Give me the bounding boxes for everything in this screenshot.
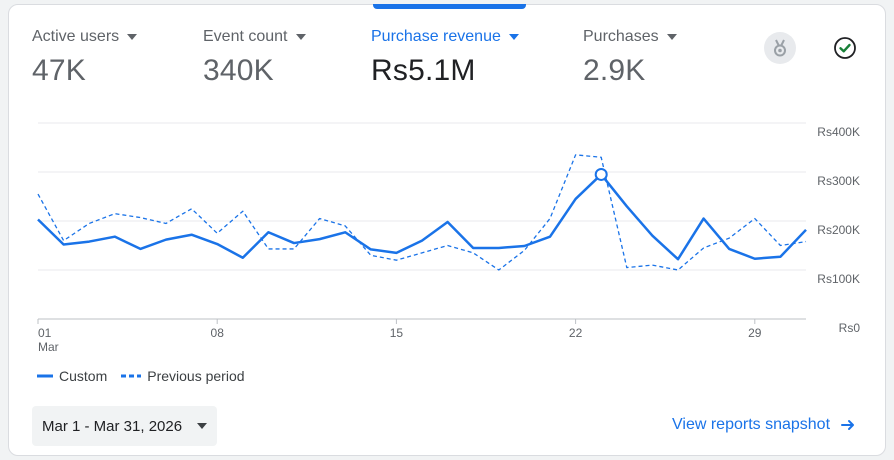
series-line-custom bbox=[37, 173, 807, 261]
dashed-line-icon bbox=[121, 374, 142, 378]
x-tick-label: 15 bbox=[390, 326, 404, 340]
legend-label: Custom bbox=[59, 368, 108, 384]
legend-label: Previous period bbox=[147, 368, 245, 384]
x-tick-label: 08 bbox=[211, 326, 225, 340]
x-tick-sublabel: Mar bbox=[38, 340, 59, 354]
legend-item-previous: Previous period bbox=[121, 368, 245, 384]
date-range-button[interactable]: Mar 1 - Mar 31, 2026 bbox=[32, 406, 217, 446]
highlight-point bbox=[594, 167, 608, 181]
arrow-right-icon bbox=[841, 420, 855, 430]
solid-line-icon bbox=[37, 374, 53, 378]
view-reports-snapshot-link[interactable]: View reports snapshot bbox=[672, 416, 856, 434]
y-tick-label: Rs100K bbox=[817, 272, 860, 286]
legend-item-custom: Custom bbox=[37, 368, 107, 384]
revenue-chart: Rs0 Rs100K Rs200K Rs300K Rs400K 01Mar 08 15 22 2… bbox=[37, 122, 861, 354]
caret-down-icon bbox=[197, 423, 207, 429]
x-tick-label: 29 bbox=[748, 326, 762, 340]
chart-legend: Custom Previous period bbox=[37, 368, 259, 384]
y-tick-label: Rs300K bbox=[817, 174, 860, 188]
y-tick-label: Rs0 bbox=[839, 321, 861, 335]
x-tick-label: 22 bbox=[569, 326, 583, 340]
x-tick-label: 01 bbox=[38, 326, 52, 340]
snapshot-link-label: View reports snapshot bbox=[672, 416, 831, 433]
y-tick-label: Rs400K bbox=[817, 125, 860, 139]
y-tick-label: Rs200K bbox=[817, 223, 860, 237]
date-range-label: Mar 1 - Mar 31, 2026 bbox=[42, 417, 183, 435]
